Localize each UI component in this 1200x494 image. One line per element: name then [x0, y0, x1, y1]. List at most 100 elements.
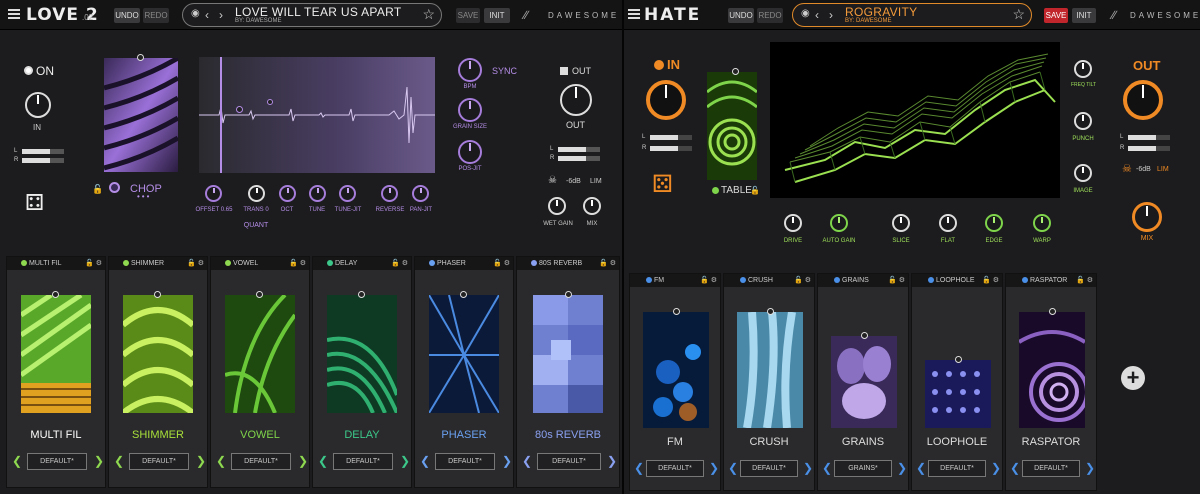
fx-slot-grains[interactable]: GRAINS 🔓 ⚙ GRAINS ❮ GRAINS* ❯ — [817, 273, 909, 491]
slot-handle[interactable] — [955, 356, 962, 363]
prev-preset-icon[interactable]: ❮ — [420, 453, 430, 470]
slot-handle[interactable] — [256, 291, 263, 298]
prev-preset-icon[interactable]: ❮ — [822, 460, 832, 477]
chop-page-dots[interactable]: ••• — [137, 192, 151, 201]
save-button[interactable]: SAVE — [456, 8, 480, 23]
preset-selector[interactable]: ◉ ‹ › ROGRAVITY BY: DAWESOME ☆ — [792, 3, 1032, 27]
dice-icon[interactable]: ⚄ — [652, 170, 673, 199]
slot-lock-gear-icons[interactable]: 🔓 ⚙ — [493, 257, 510, 270]
fx-slot-crush[interactable]: CRUSH 🔓 ⚙ CRUSH ❮ DEFAULT* ❯ — [723, 273, 815, 491]
fx-slot-loophole[interactable]: LOOPHOLE 🔓 ⚙ LOOPHOLE ❮ DEFAULT* ❯ — [911, 273, 1003, 491]
init-button[interactable]: INIT — [1072, 8, 1096, 23]
redo-button[interactable]: REDO — [757, 8, 783, 23]
slot-lock-gear-icons[interactable]: 🔓 ⚙ — [982, 274, 999, 287]
next-preset-icon[interactable]: ❯ — [607, 453, 617, 470]
slot-preset-box[interactable]: DEFAULT* — [231, 453, 291, 470]
slot-power-icon[interactable] — [21, 260, 27, 266]
slot-power-icon[interactable] — [225, 260, 231, 266]
slot-lock-gear-icons[interactable]: 🔓 ⚙ — [1076, 274, 1093, 287]
lim-label[interactable]: LIM — [1157, 166, 1169, 173]
undo-button[interactable]: UNDO — [114, 8, 140, 23]
fx-slot-delay[interactable]: DELAY 🔓 ⚙ DELAY ❮ DEFAULT* ❯ — [312, 256, 412, 488]
skull-icon[interactable]: ☠ — [1122, 162, 1132, 175]
prev-preset-icon[interactable]: ❮ — [522, 453, 532, 470]
slot-power-icon[interactable] — [123, 260, 129, 266]
save-button[interactable]: SAVE — [1044, 8, 1068, 23]
flat-knob[interactable] — [939, 214, 957, 232]
pan-jit-knob[interactable] — [412, 185, 429, 202]
punch-knob[interactable] — [1074, 112, 1092, 130]
next-preset-icon[interactable]: ❯ — [298, 453, 308, 470]
slot-preset-box[interactable]: DEFAULT* — [129, 453, 189, 470]
slot-lock-gear-icons[interactable]: 🔓 ⚙ — [599, 257, 616, 270]
preset-prev-icon[interactable]: ‹ — [815, 8, 819, 22]
fx-slot-shimmer[interactable]: SHIMMER 🔓 ⚙ SHIMMER ❮ DEFAULT* ❯ — [108, 256, 208, 488]
tune-knob[interactable] — [309, 185, 326, 202]
lock-icon[interactable]: 🔓 — [92, 184, 103, 195]
slot-power-icon[interactable] — [834, 277, 840, 283]
favorite-star-icon[interactable]: ☆ — [422, 6, 435, 23]
prev-preset-icon[interactable]: ❮ — [114, 453, 124, 470]
table-toggle-icon[interactable] — [712, 187, 719, 194]
prev-preset-icon[interactable]: ❮ — [216, 453, 226, 470]
preset-selector[interactable]: ◉ ‹ › LOVE WILL TEAR US APART BY: DAWESO… — [182, 3, 442, 27]
chop-toggle-icon[interactable] — [109, 182, 120, 193]
slot-handle[interactable] — [767, 308, 774, 315]
offset-knob[interactable] — [205, 185, 222, 202]
bpm-knob[interactable] — [458, 58, 482, 82]
prev-preset-icon[interactable]: ❮ — [728, 460, 738, 477]
mix-knob[interactable] — [1132, 202, 1162, 232]
grain-size-knob[interactable] — [458, 98, 482, 122]
table-position-handle[interactable] — [137, 54, 144, 61]
slot-preset-box[interactable]: DEFAULT* — [27, 453, 87, 470]
slot-preset-box[interactable]: DEFAULT* — [740, 460, 798, 477]
sync-label[interactable]: SYNC — [492, 66, 517, 76]
wavetable-image[interactable] — [707, 72, 757, 180]
prev-preset-icon[interactable]: ❮ — [318, 453, 328, 470]
output-knob[interactable] — [1123, 80, 1163, 120]
preset-prev-icon[interactable]: ‹ — [205, 8, 209, 22]
prev-preset-icon[interactable]: ❮ — [12, 453, 22, 470]
quant-label[interactable]: QUANT — [236, 222, 276, 229]
next-preset-icon[interactable]: ❯ — [196, 453, 206, 470]
slot-preset-box[interactable]: DEFAULT* — [435, 453, 495, 470]
slot-power-icon[interactable] — [928, 277, 934, 283]
preset-next-icon[interactable]: › — [219, 8, 223, 22]
output-knob[interactable] — [560, 84, 592, 116]
input-knob[interactable] — [25, 92, 51, 118]
lim-label[interactable]: LIM — [590, 178, 602, 185]
power-icon[interactable] — [24, 66, 33, 75]
slot-lock-gear-icons[interactable]: 🔓 ⚙ — [85, 257, 102, 270]
power-icon[interactable] — [654, 60, 664, 70]
slot-handle[interactable] — [52, 291, 59, 298]
3d-wavetable-display[interactable] — [770, 42, 1060, 198]
mix-knob[interactable] — [583, 197, 601, 215]
slot-lock-gear-icons[interactable]: 🔓 ⚙ — [187, 257, 204, 270]
tune-jit-knob[interactable] — [339, 185, 356, 202]
grain-marker-2[interactable] — [267, 99, 273, 105]
slot-power-icon[interactable] — [429, 260, 435, 266]
slot-handle[interactable] — [565, 291, 572, 298]
slot-handle[interactable] — [460, 291, 467, 298]
next-preset-icon[interactable]: ❯ — [897, 460, 907, 477]
fx-slot-vowel[interactable]: VOWEL 🔓 ⚙ VOWEL ❮ DEFAULT* ❯ — [210, 256, 310, 488]
menu-icon[interactable] — [628, 9, 640, 19]
slot-power-icon[interactable] — [1022, 277, 1028, 283]
prev-preset-icon[interactable]: ❮ — [1010, 460, 1020, 477]
slot-lock-gear-icons[interactable]: 🔓 ⚙ — [391, 257, 408, 270]
grain-marker-1[interactable] — [236, 106, 243, 113]
next-preset-icon[interactable]: ❯ — [1085, 460, 1095, 477]
favorite-star-icon[interactable]: ☆ — [1012, 6, 1025, 23]
slot-handle[interactable] — [154, 291, 161, 298]
slot-power-icon[interactable] — [740, 277, 746, 283]
slot-preset-box[interactable]: DEFAULT* — [928, 460, 986, 477]
freq-tilt-knob[interactable] — [1074, 60, 1092, 78]
menu-icon[interactable] — [8, 9, 20, 19]
slot-preset-box[interactable]: DEFAULT* — [646, 460, 704, 477]
slot-handle[interactable] — [358, 291, 365, 298]
preset-browser-icon[interactable]: ◉ — [801, 8, 810, 19]
oct-knob[interactable] — [279, 185, 296, 202]
redo-button[interactable]: REDO — [143, 8, 169, 23]
slot-handle[interactable] — [1049, 308, 1056, 315]
drive-knob[interactable] — [784, 214, 802, 232]
